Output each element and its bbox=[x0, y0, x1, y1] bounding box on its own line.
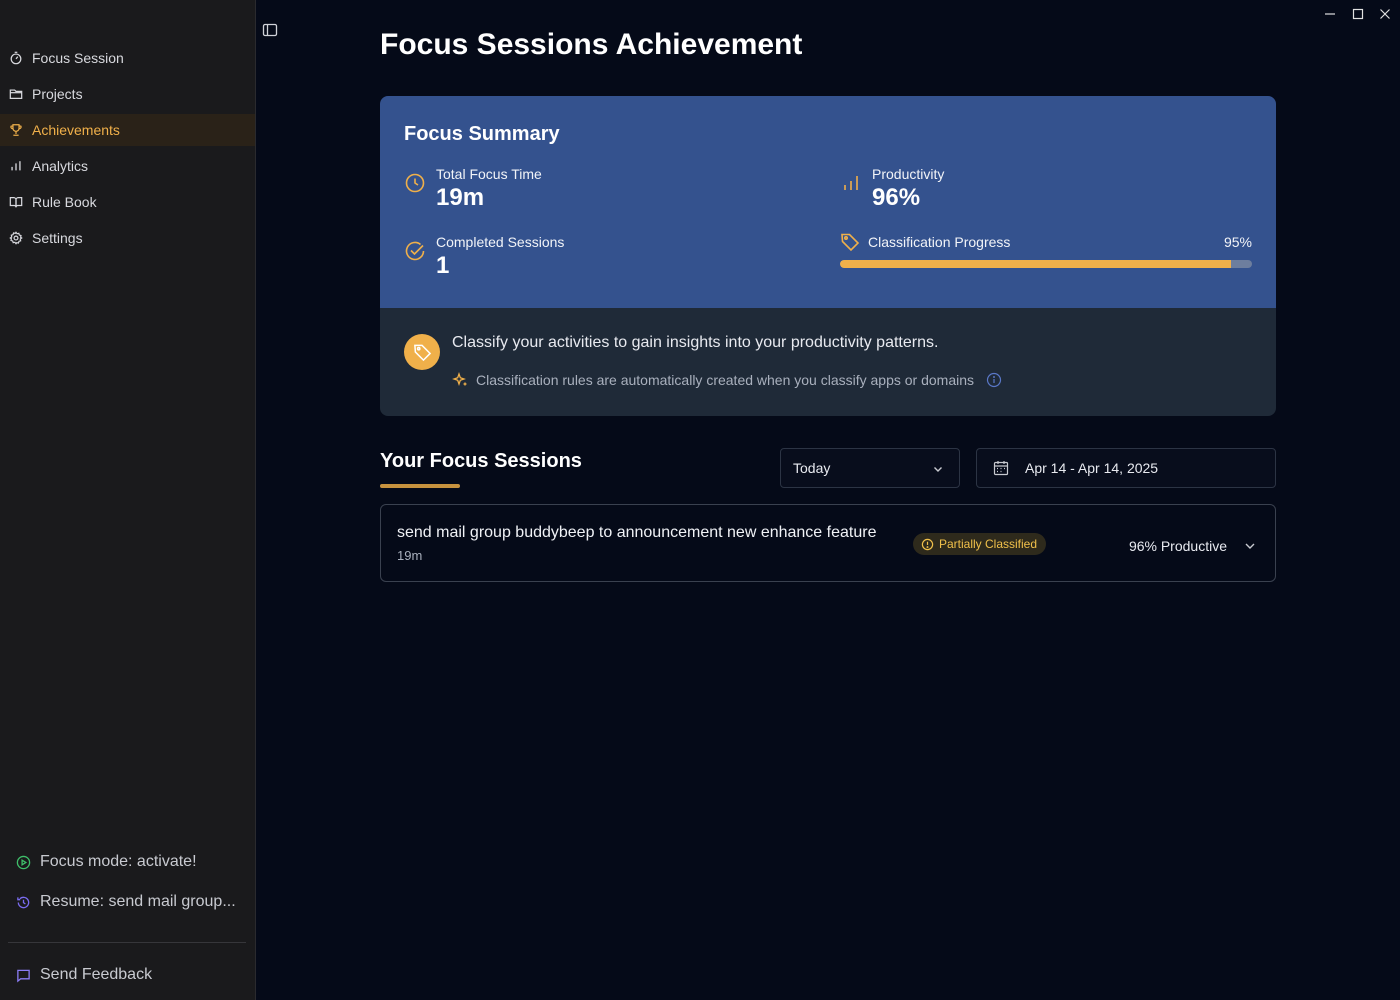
session-duration: 19m bbox=[397, 548, 423, 563]
folder-icon bbox=[8, 86, 24, 102]
session-productivity: 96% Productive bbox=[1128, 538, 1227, 554]
sidebar-item-rule-book[interactable]: Rule Book bbox=[0, 186, 255, 218]
time-filter-value: Today bbox=[793, 460, 831, 476]
completed-sessions-stat: Completed Sessions 1 bbox=[404, 234, 564, 280]
info-sub-row: Classification rules are automatically c… bbox=[452, 372, 1002, 388]
alert-circle-icon bbox=[921, 538, 934, 550]
play-circle-icon bbox=[16, 854, 32, 870]
sidebar-item-label: Analytics bbox=[32, 158, 89, 174]
focus-summary-card: Focus Summary Total Focus Time 19m Produ… bbox=[380, 96, 1276, 308]
focus-mode-label: Focus mode: activate! bbox=[40, 853, 197, 870]
session-card[interactable]: send mail group buddybeep to announcemen… bbox=[380, 504, 1276, 582]
resume-label: Resume: send mail group... bbox=[40, 893, 236, 910]
classification-progress-bar bbox=[840, 260, 1252, 268]
completed-sessions-value: 1 bbox=[436, 252, 450, 279]
session-title: send mail group buddybeep to announcemen… bbox=[397, 524, 877, 541]
check-circle-icon bbox=[405, 241, 425, 261]
classification-info-box: Classify your activities to gain insight… bbox=[380, 308, 1276, 416]
feedback-label: Send Feedback bbox=[40, 966, 153, 983]
status-badge: Partially Classified bbox=[913, 533, 1047, 555]
sidebar-item-label: Focus Session bbox=[32, 50, 124, 66]
maximize-icon bbox=[1352, 8, 1364, 20]
send-feedback-button[interactable]: Send Feedback bbox=[16, 966, 152, 984]
minimize-button[interactable] bbox=[1322, 6, 1338, 22]
classification-progress-fill bbox=[840, 260, 1232, 268]
summary-title: Focus Summary bbox=[404, 123, 560, 145]
info-icon[interactable] bbox=[986, 372, 1002, 388]
sessions-title: Your Focus Sessions bbox=[380, 450, 582, 472]
sidebar-item-settings[interactable]: Settings bbox=[0, 222, 255, 254]
sidebar-item-achievements[interactable]: Achievements bbox=[0, 114, 255, 146]
trophy-icon bbox=[8, 122, 24, 138]
sidebar-divider bbox=[8, 942, 246, 943]
total-focus-time-stat: Total Focus Time 19m bbox=[404, 166, 542, 212]
sessions-title-underline bbox=[380, 484, 460, 488]
date-range-picker[interactable]: Apr 14 - Apr 14, 2025 bbox=[976, 448, 1276, 488]
chevron-down-icon[interactable] bbox=[1243, 539, 1257, 553]
focus-mode-button[interactable]: Focus mode: activate! bbox=[16, 853, 197, 871]
clock-icon bbox=[405, 173, 425, 193]
time-filter-select[interactable]: Today bbox=[780, 448, 960, 488]
history-icon bbox=[16, 894, 32, 910]
total-focus-time-label: Total Focus Time bbox=[436, 166, 542, 182]
productivity-stat: Productivity 96% bbox=[840, 166, 944, 212]
timer-icon bbox=[8, 50, 24, 66]
bar-chart-icon bbox=[844, 176, 858, 190]
tag-icon bbox=[841, 233, 860, 252]
sidebar-toggle-button[interactable] bbox=[262, 22, 278, 38]
tag-badge bbox=[404, 334, 440, 370]
bar-chart-icon bbox=[8, 158, 24, 174]
tag-icon bbox=[413, 344, 431, 361]
gear-icon bbox=[8, 230, 24, 246]
productivity-value: 96% bbox=[872, 184, 921, 211]
sidebar-item-label: Achievements bbox=[32, 122, 120, 138]
sidebar-item-analytics[interactable]: Analytics bbox=[0, 150, 255, 182]
sidebar-item-label: Settings bbox=[32, 230, 83, 246]
sidebar-item-label: Projects bbox=[32, 86, 83, 102]
sidebar-item-focus-session[interactable]: Focus Session bbox=[0, 42, 255, 74]
close-icon bbox=[1380, 9, 1390, 19]
message-icon bbox=[16, 967, 32, 983]
sidebar-item-projects[interactable]: Projects bbox=[0, 78, 255, 110]
sidebar: Focus Session Projects Achievements Anal… bbox=[0, 0, 256, 1000]
resume-session-button[interactable]: Resume: send mail group... bbox=[16, 893, 236, 911]
completed-sessions-label: Completed Sessions bbox=[436, 234, 565, 250]
minimize-icon bbox=[1325, 13, 1335, 15]
sidebar-nav: Focus Session Projects Achievements Anal… bbox=[0, 42, 255, 258]
productivity-label: Productivity bbox=[872, 166, 945, 182]
panel-left-icon bbox=[262, 23, 278, 37]
total-focus-time-value: 19m bbox=[436, 184, 485, 211]
sparkles-icon bbox=[452, 372, 467, 386]
status-badge-label: Partially Classified bbox=[939, 537, 1038, 551]
close-button[interactable] bbox=[1377, 6, 1393, 22]
classification-progress-label: Classification Progress bbox=[868, 234, 1011, 250]
book-icon bbox=[8, 194, 24, 210]
info-main-text: Classify your activities to gain insight… bbox=[452, 334, 939, 351]
maximize-button[interactable] bbox=[1350, 6, 1366, 22]
classification-progress-percent: 95% bbox=[1223, 234, 1252, 250]
calendar-icon bbox=[993, 461, 1009, 476]
chevron-down-icon bbox=[934, 467, 942, 472]
info-sub-text: Classification rules are automatically c… bbox=[476, 372, 975, 388]
sidebar-item-label: Rule Book bbox=[32, 194, 97, 210]
page-title: Focus Sessions Achievement bbox=[380, 28, 803, 61]
date-range-value: Apr 14 - Apr 14, 2025 bbox=[1025, 460, 1159, 476]
